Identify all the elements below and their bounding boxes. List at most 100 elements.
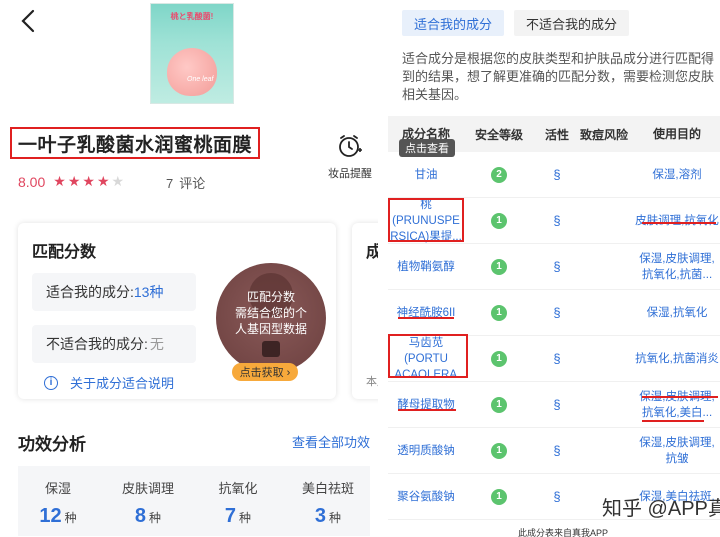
ingredient-name[interactable]: 甘油 (388, 167, 464, 183)
star-icon: ★ (53, 173, 66, 189)
ingredient-name[interactable]: 植物鞘氨醇 (388, 259, 464, 275)
dna-icon: § (553, 443, 561, 458)
dna-icon: § (553, 305, 561, 320)
tab-unsuitable[interactable]: 不适合我的成分 (514, 10, 630, 36)
table-row[interactable]: 透明质酸钠 1 § 保湿,皮肤调理,抗皱 (388, 428, 720, 474)
efficacy-item[interactable]: 抗氧化 7种 (198, 478, 278, 528)
second-card-text: 本产 (366, 376, 378, 388)
efficacy-name: 皮肤调理 (121, 481, 174, 496)
product-title: 一叶子乳酸菌水润蜜桃面膜 (18, 134, 253, 156)
reviews-count: 7 (166, 176, 174, 191)
safety-badge: 1 (491, 258, 507, 275)
ingredient-tabs: 适合我的成分 不适合我的成分 (402, 10, 639, 36)
ingredient-purpose: 抗氧化,抗菌消炎 (635, 352, 719, 365)
efficacy-count: 8 (134, 505, 147, 527)
table-row[interactable]: 植物鞘氨醇 1 § 保湿,皮肤调理,抗氧化,抗菌... (388, 244, 720, 290)
match-score-title: 匹配分数 (32, 238, 97, 264)
star-empty-icon: ★ (111, 173, 125, 189)
header-acne: 致痘风险 (580, 127, 629, 142)
ingredient-name[interactable]: 马齿苋(PORTU LACAOLERA... (388, 335, 467, 383)
unsuitable-label: 不适合我的成分: (46, 336, 148, 352)
safety-badge: 1 (491, 212, 507, 229)
match-score-title-text: 匹配分数 (32, 244, 97, 261)
efficacy-unit: 种 (64, 511, 77, 525)
about-ingredient-fit-link[interactable]: i 关于成分适合说明 (44, 373, 174, 392)
ingredient-purpose: 保湿,皮肤调理,抗氧化,美白... (639, 390, 715, 419)
ingredient-purpose: 皮肤调理,抗氧化 (635, 214, 719, 227)
dna-icon: § (553, 259, 561, 274)
safety-badge: 2 (491, 166, 507, 183)
efficacy-count: 7 (224, 505, 237, 527)
efficacy-item[interactable]: 美白祛斑 3种 (288, 478, 368, 528)
ingredient-name[interactable]: 酵母提取物 (388, 397, 464, 413)
efficacy-title-text: 功效分析 (18, 435, 86, 454)
peach-illustration (167, 48, 217, 96)
rating-score: 8.00 (18, 173, 46, 190)
product-image-text: 桃と乳酸菌! (170, 12, 214, 21)
product-image: 桃と乳酸菌! One leaf (150, 3, 234, 104)
table-row[interactable]: 桃(PRUNUSPE RSICA)果提... 1 § 皮肤调理,抗氧化 (388, 198, 720, 244)
safety-badge: 1 (491, 304, 507, 321)
safety-badge: 1 (491, 488, 507, 505)
get-score-button[interactable]: 点击获取 › (232, 363, 298, 381)
ingredient-purpose: 保湿,皮肤调理,抗氧化,抗菌... (639, 252, 715, 281)
product-title-highlight: 一叶子乳酸菌水润蜜桃面膜 (10, 127, 261, 159)
match-score-card: 匹配分数 适合我的成分: 13种 不适合我的成分: 无 i 关于成分适合说明 匹… (18, 223, 336, 399)
suitable-value: 13种 (133, 284, 164, 300)
suitable-ingredients-row[interactable]: 适合我的成分: 13种 (32, 273, 196, 311)
efficacy-item[interactable]: 保湿 12 种 (18, 478, 98, 528)
back-arrow-icon[interactable] (18, 8, 40, 34)
product-detail-panel: 桃と乳酸菌! One leaf 一叶子乳酸菌水润蜜桃面膜 妆品提醒 8.00 ★… (0, 0, 378, 537)
efficacy-unit: 种 (149, 511, 162, 525)
efficacy-title: 功效分析 (18, 430, 92, 455)
table-row[interactable]: 马齿苋(PORTU LACAOLERA... 1 § 抗氧化,抗菌消炎 (388, 336, 720, 382)
ingredient-name[interactable]: 桃(PRUNUSPE RSICA)果提... (388, 197, 464, 245)
efficacy-name: 抗氧化 (218, 481, 258, 496)
ingredient-name[interactable]: 聚谷氨酸钠 (388, 489, 464, 505)
alarm-clock-icon (339, 135, 362, 157)
efficacy-count: 12 (39, 505, 62, 527)
table-row[interactable]: 甘油 2 § 保湿,溶剂 (388, 152, 720, 198)
ingredients-panel: 适合我的成分 不适合我的成分 适合成分是根据您的皮肤类型和护肤品成分进行匹配得到… (378, 0, 720, 537)
reminder-label: 妆品提醒 (328, 168, 372, 180)
efficacy-item[interactable]: 皮肤调理 8种 (108, 478, 188, 528)
tab-suitable[interactable]: 适合我的成分 (402, 10, 505, 36)
table-row[interactable]: 酵母提取物 1 § 保湿,皮肤调理,抗氧化,美白... (388, 382, 720, 428)
circle-line-3: 人基因型数据 (234, 322, 307, 336)
ingredient-name[interactable]: 透明质酸钠 (388, 443, 464, 459)
safety-badge: 1 (491, 396, 507, 413)
efficacy-unit: 种 (329, 511, 342, 525)
circle-line-2: 需结合您的个 (234, 306, 307, 320)
reviews-link[interactable]: 7 评论 (166, 173, 205, 192)
header-safety: 安全等级 (474, 127, 523, 142)
watermark: 知乎 @APP真我 (602, 498, 720, 520)
unsuitable-value: 无 (149, 336, 164, 352)
safety-badge: 1 (491, 350, 507, 367)
header-active: 活性 (544, 127, 569, 142)
circle-line-1: 匹配分数 (246, 290, 295, 304)
ingredient-purpose: 保湿,溶剂 (652, 168, 702, 181)
table-row[interactable]: 神经酰胺6II 1 § 保湿,抗氧化 (388, 290, 720, 336)
star-icon: ★ (96, 173, 110, 189)
efficacy-name: 美白祛斑 (301, 481, 354, 496)
star-icon: ★ (82, 173, 95, 189)
suitable-description: 适合成分是根据您的皮肤类型和护肤品成分进行匹配得到的结果，想了解更准确的匹配分数… (402, 51, 715, 102)
reminder-button[interactable]: 妆品提醒 (322, 134, 378, 181)
dna-icon: § (553, 213, 561, 228)
reviews-label: 评论 (179, 176, 206, 191)
safety-badge: 1 (491, 442, 507, 459)
unsuitable-ingredients-row[interactable]: 不适合我的成分: 无 (32, 325, 196, 363)
suitable-label: 适合我的成分: (46, 284, 134, 300)
info-icon: i (44, 375, 58, 390)
circle-text: 匹配分数 需结合您的个 人基因型数据 (216, 289, 326, 337)
ingredient-name[interactable]: 神经酰胺6II (388, 305, 464, 321)
ingredient-table: 成分名称 安全等级 活性 致痘风险 使用目的 甘油 2 § 保湿,溶剂 桃(PR… (388, 116, 720, 520)
second-card-partial: 成 本产 (352, 223, 378, 399)
match-score-circle: 匹配分数 需结合您的个 人基因型数据 (216, 263, 326, 373)
about-link-text: 关于成分适合说明 (70, 376, 175, 391)
second-card-title: 成 (366, 244, 378, 261)
view-all-efficacy-link[interactable]: 查看全部功效 (292, 432, 370, 451)
header-purpose: 使用目的 (652, 127, 701, 141)
click-to-view-tooltip: 点击查看 (399, 139, 455, 157)
product-brand: One leaf (187, 76, 214, 83)
